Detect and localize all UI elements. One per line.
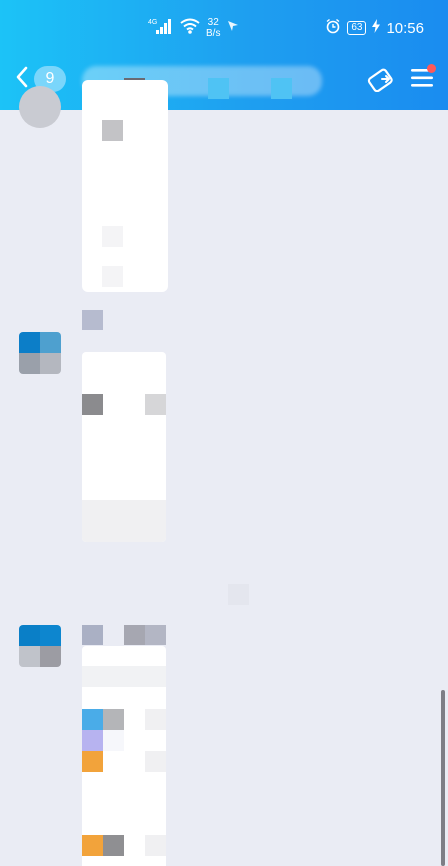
image-mosaic-tile (145, 709, 166, 730)
sender-name-redacted (145, 625, 166, 645)
timestamp-redacted (228, 584, 249, 605)
image-message-1[interactable] (82, 80, 168, 292)
image-mosaic-tile (102, 120, 123, 141)
charging-icon (372, 18, 381, 38)
notification-dot (427, 64, 436, 73)
image-mosaic-tile (82, 709, 103, 730)
image-message-3[interactable] (82, 646, 166, 866)
network-speed: 32 B/s (206, 17, 220, 39)
image-mosaic-tile (82, 730, 103, 751)
title-mosaic-3 (271, 78, 292, 99)
image-mosaic-tile (145, 751, 166, 772)
image-mosaic-tile (82, 500, 166, 542)
image-mosaic-tile (145, 835, 166, 856)
image-mosaic-tile (82, 751, 103, 772)
network-speed-unit: B/s (206, 28, 221, 39)
location-arrow-icon (226, 19, 240, 38)
clock: 10:56 (386, 19, 424, 37)
alarm-icon (325, 18, 341, 39)
scrollbar[interactable] (441, 690, 445, 866)
nav-actions (366, 64, 436, 97)
menu-icon (410, 69, 434, 93)
image-mosaic-tile (82, 835, 103, 856)
image-mosaic-tile (103, 730, 124, 751)
lock-share-icon[interactable] (366, 64, 396, 97)
signal-icon: 4G (148, 17, 174, 40)
sender-name-redacted (82, 625, 103, 645)
menu-button[interactable] (410, 64, 436, 94)
app-header: 4G 32 B/s 63 10:56 9 (0, 0, 448, 110)
avatar[interactable] (19, 332, 61, 374)
status-bar: 4G 32 B/s 63 10:56 (0, 0, 448, 56)
image-mosaic-tile (145, 394, 166, 415)
status-right: 63 10:56 (325, 14, 424, 42)
status-network: 4G 32 B/s (148, 14, 240, 42)
image-mosaic-tile (103, 709, 124, 730)
network-speed-value: 32 (207, 17, 219, 28)
title-mosaic-2 (208, 78, 229, 99)
avatar[interactable] (19, 625, 61, 667)
image-mosaic-tile (103, 835, 124, 856)
sender-name-redacted (82, 310, 103, 330)
network-type-label: 4G (148, 19, 157, 26)
image-mosaic-tile (102, 266, 123, 287)
image-mosaic-tile (102, 226, 123, 247)
image-message-2[interactable] (82, 352, 166, 542)
sender-name-redacted (124, 625, 145, 645)
image-mosaic-tile (82, 394, 103, 415)
battery-level: 63 (347, 21, 367, 35)
avatar-partial (19, 86, 61, 128)
image-mosaic-tile (82, 666, 166, 687)
wifi-icon (180, 18, 200, 39)
chat-nav-bar: 9 (0, 56, 448, 110)
message-list[interactable] (0, 80, 448, 866)
